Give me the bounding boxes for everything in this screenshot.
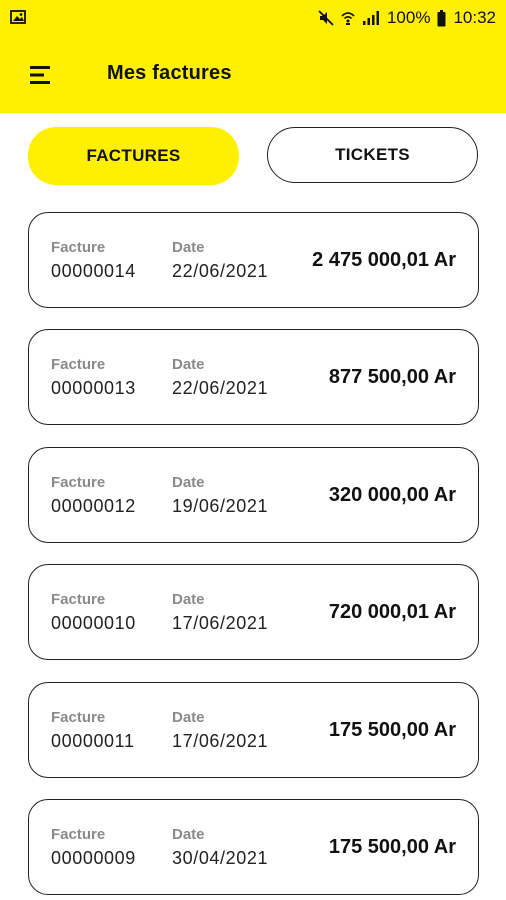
- facture-label: Facture: [51, 474, 106, 491]
- wifi-icon: [341, 10, 355, 26]
- invoice-date: 19/06/2021: [172, 496, 269, 516]
- invoice-number: 00000012: [51, 496, 136, 516]
- invoice-card[interactable]: Facture Date 00000011 17/06/2021 175 500…: [28, 682, 479, 778]
- mute-icon: [318, 10, 334, 26]
- app-bar: 100% 10:32 Mes factures: [0, 0, 506, 113]
- invoice-card[interactable]: Facture Date 00000009 30/04/2021 175 500…: [28, 799, 479, 895]
- invoice-amount: 175 500,00 Ar: [328, 719, 456, 741]
- invoice-card[interactable]: Facture Date 00000010 17/06/2021 720 000…: [28, 564, 479, 660]
- date-label: Date: [172, 356, 205, 373]
- invoice-date: 17/06/2021: [172, 731, 269, 751]
- invoice-amount: 2 475 000,01 Ar: [312, 249, 456, 271]
- invoice-date: 30/04/2021: [172, 848, 269, 868]
- battery-text: 100%: [386, 8, 431, 27]
- invoice-card[interactable]: Facture Date 00000013 22/06/2021 877 500…: [28, 329, 479, 425]
- invoice-date: 17/06/2021: [172, 613, 269, 633]
- facture-label: Facture: [51, 356, 106, 373]
- date-label: Date: [172, 709, 205, 726]
- tab-bar: FACTURES TICKETS: [28, 127, 478, 185]
- invoice-number: 00000013: [51, 378, 136, 398]
- invoice-card[interactable]: Facture Date 00000012 19/06/2021 320 000…: [28, 447, 479, 543]
- date-label: Date: [172, 239, 205, 256]
- menu-icon[interactable]: [24, 58, 58, 92]
- facture-label: Facture: [51, 591, 106, 608]
- clock: 10:32: [453, 8, 496, 27]
- invoice-number: 00000014: [51, 261, 136, 281]
- invoice-amount: 320 000,00 Ar: [328, 484, 456, 506]
- date-label: Date: [172, 474, 205, 491]
- invoice-amount: 720 000,01 Ar: [328, 601, 456, 623]
- tab-factures[interactable]: FACTURES: [28, 127, 239, 185]
- invoice-amount: 877 500,00 Ar: [328, 366, 456, 388]
- invoice-card[interactable]: Facture Date 00000014 22/06/2021 2 475 0…: [28, 212, 479, 308]
- invoice-date: 22/06/2021: [172, 378, 269, 398]
- invoice-number: 00000011: [51, 731, 135, 751]
- date-label: Date: [172, 826, 205, 843]
- invoice-number: 00000009: [51, 848, 136, 868]
- battery-icon: [437, 9, 446, 27]
- invoice-number: 00000010: [51, 613, 136, 633]
- page-title: Mes factures: [107, 62, 232, 84]
- facture-label: Facture: [51, 826, 106, 843]
- signal-icon: [362, 10, 380, 26]
- facture-label: Facture: [51, 239, 106, 256]
- tab-tickets[interactable]: TICKETS: [267, 127, 478, 183]
- facture-label: Facture: [51, 709, 106, 726]
- image-icon: [10, 9, 26, 25]
- toolbar: Mes factures: [0, 36, 506, 113]
- invoice-date: 22/06/2021: [172, 261, 269, 281]
- date-label: Date: [172, 591, 205, 608]
- status-bar: 100% 10:32: [0, 0, 506, 36]
- invoice-amount: 175 500,00 Ar: [328, 836, 456, 858]
